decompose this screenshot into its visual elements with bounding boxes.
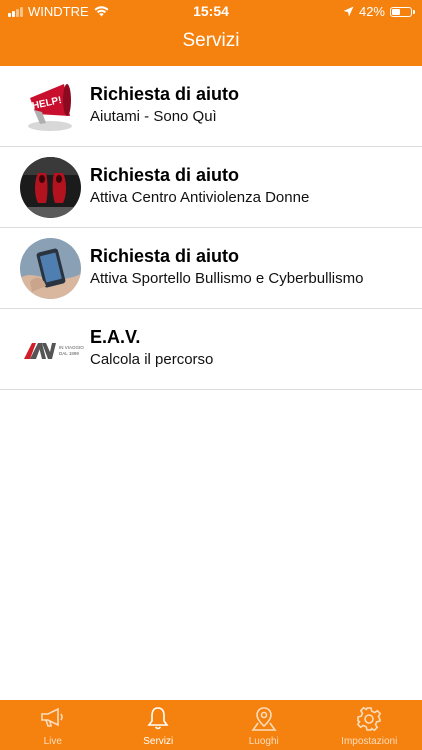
service-title: E.A.V. bbox=[90, 327, 141, 347]
service-subtitle: Aiutami - Sono Quì bbox=[90, 108, 217, 125]
service-title: Richiesta di aiuto bbox=[90, 246, 240, 266]
service-row-help[interactable]: HELP! Richiesta di aiuto Aiutami - Sono … bbox=[0, 66, 422, 147]
status-right: 42% bbox=[343, 4, 415, 19]
tab-label: Live bbox=[43, 736, 62, 747]
tab-label: Servizi bbox=[143, 736, 174, 747]
service-row-antiviolenza[interactable]: Richiesta di aiuto Attiva Centro Antivio… bbox=[0, 147, 422, 228]
map-pin-icon bbox=[251, 707, 277, 731]
megaphone-icon bbox=[40, 707, 63, 727]
service-title: Richiesta di aiuto bbox=[90, 165, 240, 185]
service-subtitle: Attiva Centro Antiviolenza Donne bbox=[90, 189, 310, 206]
megaphone-help-icon: HELP! bbox=[20, 76, 81, 137]
phone-hand-icon bbox=[20, 238, 81, 299]
tab-bar: Live Servizi Luoghi Impostazioni bbox=[0, 700, 422, 750]
eav-tagline-1: IN VIAGGIO bbox=[59, 345, 84, 350]
red-shoes-icon bbox=[20, 157, 81, 218]
battery-icon bbox=[390, 6, 415, 17]
location-arrow-icon bbox=[343, 6, 354, 17]
app-header: WINDTRE 15:54 42% Servizi bbox=[0, 0, 422, 66]
service-title: Richiesta di aiuto bbox=[90, 84, 240, 104]
service-text: Richiesta di aiuto Attiva Centro Antivio… bbox=[90, 164, 412, 208]
status-bar: WINDTRE 15:54 42% bbox=[0, 0, 422, 22]
tab-servizi[interactable]: Servizi bbox=[106, 700, 212, 750]
tab-label: Luoghi bbox=[248, 736, 279, 747]
tab-luoghi[interactable]: Luoghi bbox=[211, 700, 317, 750]
eav-logo-icon: IN VIAGGIO DAL 1899 bbox=[22, 319, 86, 380]
eav-tagline-2: DAL 1899 bbox=[59, 351, 79, 356]
bell-icon bbox=[147, 707, 169, 730]
tab-impostazioni[interactable]: Impostazioni bbox=[317, 700, 422, 750]
service-row-eav[interactable]: IN VIAGGIO DAL 1899 E.A.V. Calcola il pe… bbox=[0, 309, 422, 390]
page-title: Servizi bbox=[182, 30, 240, 51]
gear-icon bbox=[357, 706, 382, 732]
service-text: E.A.V. Calcola il percorso bbox=[90, 326, 412, 370]
service-row-bullismo[interactable]: Richiesta di aiuto Attiva Sportello Bull… bbox=[0, 228, 422, 309]
tab-label: Impostazioni bbox=[341, 736, 398, 747]
tab-live[interactable]: Live bbox=[0, 700, 106, 750]
service-subtitle: Attiva Sportello Bullismo e Cyberbullism… bbox=[90, 270, 364, 287]
service-text: Richiesta di aiuto Aiutami - Sono Quì bbox=[90, 83, 412, 127]
battery-percent: 42% bbox=[358, 4, 385, 19]
service-subtitle: Calcola il percorso bbox=[90, 351, 214, 368]
service-text: Richiesta di aiuto Attiva Sportello Bull… bbox=[90, 245, 412, 289]
services-list: HELP! Richiesta di aiuto Aiutami - Sono … bbox=[0, 66, 422, 390]
